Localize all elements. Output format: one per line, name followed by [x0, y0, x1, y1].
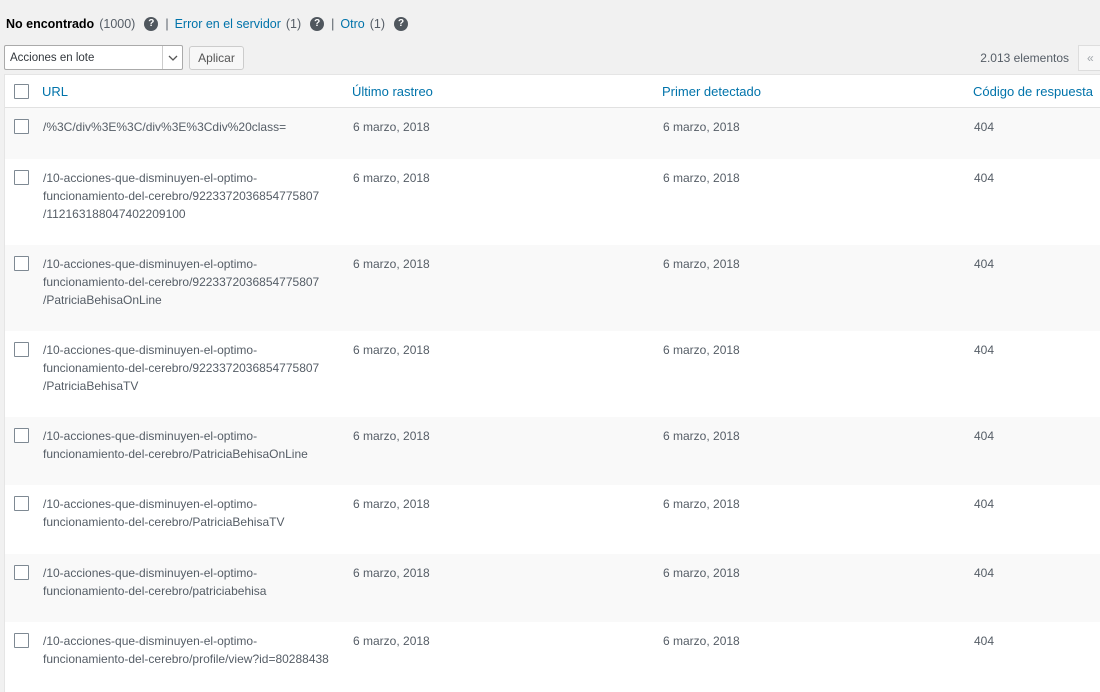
help-icon[interactable]: ? — [310, 17, 325, 31]
filter-other-count: (1) — [369, 17, 386, 31]
row-checkbox[interactable] — [14, 633, 29, 648]
last-crawled-cell: 6 marzo, 2018 — [353, 497, 430, 511]
column-header-first-detected[interactable]: Primer detectado — [662, 84, 761, 99]
help-icon[interactable]: ? — [144, 17, 159, 31]
response-code-cell: 404 — [974, 429, 995, 443]
separator: | — [331, 17, 335, 31]
first-detected-cell: 6 marzo, 2018 — [663, 257, 740, 271]
row-checkbox[interactable] — [14, 342, 29, 357]
first-detected-cell: 6 marzo, 2018 — [663, 171, 740, 185]
bulk-actions-select[interactable]: Acciones en lote — [4, 45, 183, 70]
last-crawled-cell: 6 marzo, 2018 — [353, 171, 430, 185]
first-detected-cell: 6 marzo, 2018 — [663, 634, 740, 648]
filter-not-found[interactable]: No encontrado — [6, 17, 94, 31]
url-cell: /10-acciones-que-disminuyen-el-optimo- f… — [43, 343, 320, 393]
row-checkbox[interactable] — [14, 170, 29, 185]
response-code-cell: 404 — [974, 343, 995, 357]
last-crawled-cell: 6 marzo, 2018 — [353, 257, 430, 271]
filter-server-error-count: (1) — [285, 17, 302, 31]
table-row: /10-acciones-que-disminuyen-el-optimo- f… — [5, 485, 1100, 554]
first-detected-cell: 6 marzo, 2018 — [663, 497, 740, 511]
filter-server-error[interactable]: Error en el servidor — [175, 17, 281, 31]
url-cell: /10-acciones-que-disminuyen-el-optimo- f… — [43, 429, 308, 461]
first-detected-cell: 6 marzo, 2018 — [663, 429, 740, 443]
row-checkbox[interactable] — [14, 119, 29, 134]
url-cell: /10-acciones-que-disminuyen-el-optimo- f… — [43, 566, 267, 598]
column-header-last-crawled[interactable]: Último rastreo — [352, 84, 433, 99]
url-cell: /10-acciones-que-disminuyen-el-optimo- f… — [43, 257, 320, 307]
response-code-cell: 404 — [974, 497, 995, 511]
crawl-errors-table: URL Último rastreo Primer detectado Códi… — [4, 74, 1100, 692]
first-detected-cell: 6 marzo, 2018 — [663, 343, 740, 357]
response-code-cell: 404 — [974, 566, 995, 580]
apply-button[interactable]: Aplicar — [189, 46, 244, 70]
first-detected-cell: 6 marzo, 2018 — [663, 120, 740, 134]
table-row: /10-acciones-que-disminuyen-el-optimo- f… — [5, 331, 1100, 417]
help-icon[interactable]: ? — [394, 17, 409, 31]
url-cell: /10-acciones-que-disminuyen-el-optimo- f… — [43, 171, 320, 221]
table-row: /10-acciones-que-disminuyen-el-optimo- f… — [5, 417, 1100, 485]
row-checkbox[interactable] — [14, 496, 29, 511]
filter-not-found-count: (1000) — [99, 17, 136, 31]
table-row: /10-acciones-que-disminuyen-el-optimo- f… — [5, 245, 1100, 331]
response-code-cell: 404 — [974, 171, 995, 185]
last-crawled-cell: 6 marzo, 2018 — [353, 343, 430, 357]
response-code-cell: 404 — [974, 120, 995, 134]
chevron-down-icon — [162, 46, 182, 69]
table-row: /10-acciones-que-disminuyen-el-optimo- f… — [5, 159, 1100, 245]
table-row: /10-acciones-que-disminuyen-el-optimo- f… — [5, 622, 1100, 692]
last-crawled-cell: 6 marzo, 2018 — [353, 566, 430, 580]
table-row: /%3C/div%3E%3C/div%3E%3Cdiv%20class= 6 ma… — [5, 108, 1100, 159]
items-count: 2.013 elementos — [980, 51, 1069, 65]
status-filter-links: No encontrado (1000) ? | Error en el ser… — [6, 14, 409, 34]
response-code-cell: 404 — [974, 634, 995, 648]
table-header: URL Último rastreo Primer detectado Códi… — [5, 75, 1100, 108]
table-row: /10-acciones-que-disminuyen-el-optimo- f… — [5, 554, 1100, 622]
url-cell: /10-acciones-que-disminuyen-el-optimo- f… — [43, 497, 285, 529]
column-header-url[interactable]: URL — [42, 84, 68, 99]
last-crawled-cell: 6 marzo, 2018 — [353, 120, 430, 134]
filter-other[interactable]: Otro — [340, 17, 364, 31]
first-page-button[interactable]: « — [1078, 45, 1100, 71]
column-header-response-code[interactable]: Código de respuesta — [973, 84, 1093, 99]
first-detected-cell: 6 marzo, 2018 — [663, 566, 740, 580]
separator: | — [165, 17, 169, 31]
url-cell: /10-acciones-que-disminuyen-el-optimo- f… — [43, 634, 329, 666]
bulk-actions-value: Acciones en lote — [10, 51, 95, 64]
last-crawled-cell: 6 marzo, 2018 — [353, 429, 430, 443]
row-checkbox[interactable] — [14, 256, 29, 271]
row-checkbox[interactable] — [14, 565, 29, 580]
row-checkbox[interactable] — [14, 428, 29, 443]
response-code-cell: 404 — [974, 257, 995, 271]
table-nav: Acciones en lote Aplicar 2.013 elementos… — [0, 44, 1100, 72]
last-crawled-cell: 6 marzo, 2018 — [353, 634, 430, 648]
select-all-checkbox[interactable] — [14, 84, 29, 99]
url-cell: /%3C/div%3E%3C/div%3E%3Cdiv%20class= — [43, 120, 287, 134]
table-body: /%3C/div%3E%3C/div%3E%3Cdiv%20class= 6 ma… — [5, 108, 1100, 692]
